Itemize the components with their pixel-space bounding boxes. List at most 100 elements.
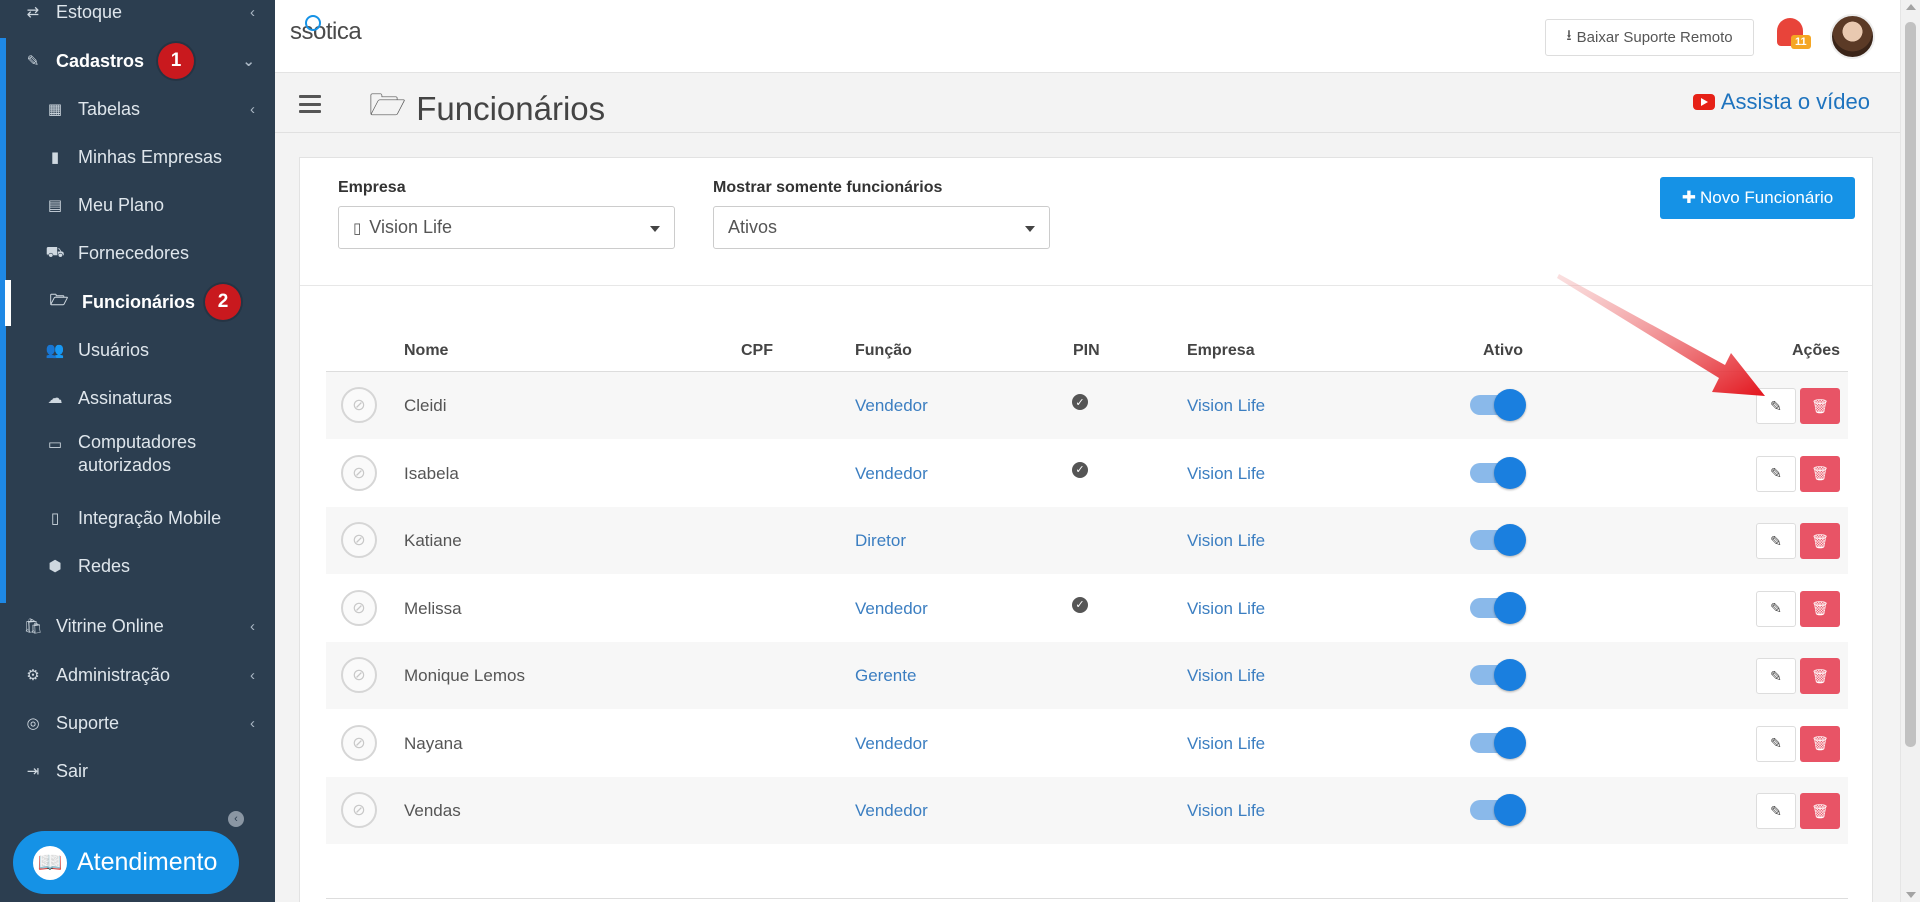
edit-button[interactable]: ✎	[1756, 590, 1796, 627]
sidebar-item-vitrine[interactable]: 🛍 Vitrine Online ‹	[0, 611, 275, 641]
no-photo-icon: ⊘	[341, 589, 377, 626]
sidebar-item-computadores[interactable]: ▭ Computadores autorizados	[6, 431, 275, 483]
cell-empresa-link[interactable]: Vision Life	[1187, 531, 1265, 551]
ativo-toggle[interactable]	[1470, 591, 1526, 624]
cell-empresa-link[interactable]: Vision Life	[1187, 666, 1265, 686]
assista-video-link[interactable]: Assista o vídeo	[1692, 89, 1870, 115]
sidebar-item-redes[interactable]: ⬢ Redes	[6, 551, 275, 581]
cell-funcao-link[interactable]: Vendedor	[855, 734, 928, 754]
novo-funcionario-button[interactable]: ✚ Novo Funcionário	[1660, 177, 1855, 219]
no-photo-icon: ⊘	[341, 387, 377, 423]
cell-funcao-link[interactable]: Diretor	[855, 531, 906, 551]
baixar-suporte-label: Baixar Suporte Remoto	[1576, 29, 1733, 46]
header-ativo[interactable]: Ativo	[1483, 342, 1523, 360]
sidebar-item-funcionarios[interactable]: 🗁 Funcionários 2	[6, 282, 275, 322]
sidebar-item-label: Funcionários	[82, 291, 196, 312]
red-arrow-annotation	[1557, 274, 1765, 396]
ativo-toggle[interactable]	[1470, 389, 1526, 421]
cell-funcao-link[interactable]: Vendedor	[855, 599, 928, 619]
edit-button[interactable]: ✎	[1756, 523, 1796, 559]
notification-count: 11	[1791, 35, 1811, 49]
header-empresa[interactable]: Empresa	[1187, 342, 1255, 360]
sidebar-item-tabelas[interactable]: ▦ Tabelas ‹	[6, 94, 275, 124]
delete-button[interactable]: 🗑	[1800, 388, 1840, 424]
user-avatar[interactable]	[1830, 14, 1875, 59]
building-icon: ▮	[50, 149, 60, 166]
sidebar-item-integracao-mobile[interactable]: ▯ Integração Mobile	[6, 503, 275, 533]
collapse-sidebar-icon[interactable]: ‹	[228, 811, 244, 827]
header-pin[interactable]: PIN	[1073, 342, 1100, 360]
notifications-bell-icon[interactable]: 11	[1775, 16, 1811, 52]
cell-empresa-link[interactable]: Vision Life	[1187, 464, 1265, 484]
pencil-icon: ✎	[1770, 532, 1782, 549]
ativo-toggle[interactable]	[1470, 726, 1526, 759]
sidebar-item-label: Estoque	[56, 1, 123, 22]
sidebar-item-usuarios[interactable]: 👥 Usuários	[6, 335, 275, 365]
header-cpf[interactable]: CPF	[741, 342, 773, 360]
logo[interactable]: ssotica	[290, 15, 362, 46]
page-title-text: Funcionários	[416, 89, 606, 127]
delete-button[interactable]: 🗑	[1800, 793, 1840, 829]
ativo-toggle[interactable]	[1470, 659, 1526, 691]
empresa-select[interactable]: ▯ Vision Life	[338, 206, 675, 249]
mostrar-select[interactable]: Ativos	[713, 206, 1050, 249]
atendimento-button[interactable]: 📖 Atendimento	[13, 831, 239, 894]
toggle-knob	[1494, 456, 1526, 489]
trash-icon: 🗑	[1811, 600, 1829, 616]
scroll-up-icon[interactable]	[1906, 4, 1916, 10]
table-row: ⊘ Katiane Diretor Vision Life ✎ 🗑	[326, 507, 1848, 574]
baixar-suporte-button[interactable]: ⭳ Baixar Suporte Remoto	[1545, 19, 1754, 56]
edit-button[interactable]: ✎	[1756, 658, 1796, 694]
delete-button[interactable]: 🗑	[1800, 658, 1840, 694]
hamburger-menu-icon[interactable]	[299, 95, 321, 113]
logo-ring-icon	[305, 15, 321, 31]
ativo-toggle[interactable]	[1470, 794, 1526, 826]
cell-funcao-link[interactable]: Vendedor	[855, 801, 928, 821]
scrollbar[interactable]	[1900, 0, 1920, 902]
edit-button[interactable]: ✎	[1756, 455, 1796, 492]
delete-button[interactable]: 🗑	[1800, 523, 1840, 559]
trash-icon: 🗑	[1811, 532, 1829, 549]
users-icon: 👥	[45, 342, 65, 359]
sidebar-item-assinaturas[interactable]: ☁ Assinaturas	[6, 383, 275, 413]
cell-funcao-link[interactable]: Vendedor	[855, 396, 928, 416]
sidebar-item-administracao[interactable]: ⚙ Administração ‹	[0, 660, 275, 690]
cell-nome: Vendas	[404, 801, 461, 820]
ativo-toggle[interactable]	[1470, 456, 1526, 489]
plus-icon: ✚	[1681, 188, 1696, 207]
atendimento-label: Atendimento	[77, 848, 218, 876]
cell-funcao-link[interactable]: Vendedor	[855, 464, 928, 484]
sidebar-item-label: Integração Mobile	[78, 507, 222, 528]
edit-button[interactable]: ✎	[1756, 725, 1796, 762]
sidebar-item-label: Meu Plano	[78, 194, 165, 215]
cell-empresa-link[interactable]: Vision Life	[1187, 801, 1265, 821]
sidebar-item-label: Usuários	[78, 339, 150, 360]
ativo-toggle[interactable]	[1470, 524, 1526, 556]
cell-empresa-link[interactable]: Vision Life	[1187, 599, 1265, 619]
sidebar-item-meu-plano[interactable]: ▤ Meu Plano	[6, 190, 275, 220]
header-funcao[interactable]: Função	[855, 342, 912, 360]
sidebar-item-suporte[interactable]: ◎ Suporte ‹	[0, 708, 275, 738]
sidebar-item-minhas-empresas[interactable]: ▮ Minhas Empresas	[6, 142, 275, 172]
cubes-icon: ⬢	[48, 558, 62, 575]
delete-button[interactable]: 🗑	[1800, 590, 1840, 627]
empresa-label: Empresa	[338, 179, 406, 196]
sidebar-item-label: Assinaturas	[78, 387, 173, 408]
header-nome[interactable]: Nome	[404, 342, 448, 360]
sidebar-item-cadastros[interactable]: ✎ Cadastros 1 ⌄	[0, 42, 275, 80]
table-row: ⊘ Isabela Vendedor ✓ Vision Life ✎ 🗑	[326, 440, 1848, 507]
scrollbar-thumb[interactable]	[1905, 22, 1916, 747]
sidebar-item-sair[interactable]: ⇥ Sair	[0, 756, 275, 786]
exchange-icon: ⇄	[26, 4, 40, 21]
delete-button[interactable]: 🗑	[1800, 455, 1840, 492]
delete-button[interactable]: 🗑	[1800, 725, 1840, 762]
file-icon: ▤	[47, 197, 63, 214]
sidebar-item-estoque[interactable]: ⇄ Estoque ‹	[0, 0, 275, 24]
sidebar-item-fornecedores[interactable]: ⛟ Fornecedores	[6, 238, 275, 268]
sidebar-item-label: Administração	[56, 664, 171, 685]
cell-empresa-link[interactable]: Vision Life	[1187, 734, 1265, 754]
scroll-down-icon[interactable]	[1906, 892, 1916, 898]
cell-funcao-link[interactable]: Gerente	[855, 666, 916, 686]
edit-button[interactable]: ✎	[1756, 793, 1796, 829]
cell-empresa-link[interactable]: Vision Life	[1187, 396, 1265, 416]
